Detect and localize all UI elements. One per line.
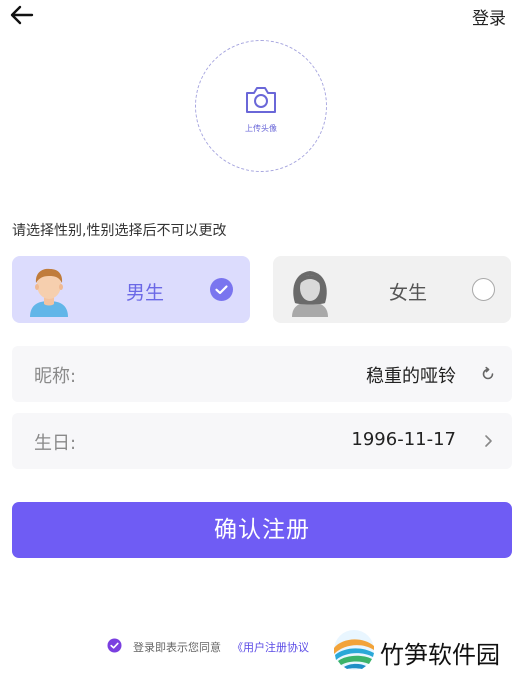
radio-unchecked-icon xyxy=(472,278,495,301)
watermark: 竹笋软件园 xyxy=(330,626,516,674)
birthday-field[interactable]: 生日: 1996-11-17 xyxy=(12,413,512,469)
agreement-checkbox-icon[interactable] xyxy=(107,638,122,653)
watermark-logo-icon xyxy=(332,628,376,672)
male-avatar-icon xyxy=(22,263,76,317)
top-bar: 登录 xyxy=(0,0,518,32)
back-arrow-icon[interactable] xyxy=(8,2,36,28)
birthday-label: 生日: xyxy=(34,433,77,454)
camera-icon xyxy=(244,85,278,115)
watermark-text: 竹笋软件园 xyxy=(380,641,500,669)
nickname-label: 昵称: xyxy=(34,366,77,387)
gender-label-male: 男生 xyxy=(126,282,165,304)
login-link[interactable]: 登录 xyxy=(472,4,506,29)
upload-avatar-label: 上传头像 xyxy=(245,124,277,133)
agreement-link[interactable]: 《用户注册协议 xyxy=(232,639,309,655)
female-avatar-icon xyxy=(283,263,337,317)
nickname-value: 稳重的哑铃 xyxy=(366,366,456,387)
avatar-upload-button[interactable]: 上传头像 xyxy=(195,40,327,172)
agreement-text: 登录即表示您同意 xyxy=(133,641,221,654)
refresh-icon[interactable] xyxy=(480,366,496,382)
chevron-right-icon xyxy=(480,433,496,449)
gender-option-male[interactable]: 男生 xyxy=(12,256,250,323)
nickname-field[interactable]: 昵称: 稳重的哑铃 xyxy=(12,346,512,402)
check-icon xyxy=(210,278,233,301)
gender-label-female: 女生 xyxy=(389,282,428,304)
gender-option-female[interactable]: 女生 xyxy=(273,256,511,323)
gender-hint-text: 请选择性别,性别选择后不可以更改 xyxy=(12,223,227,239)
birthday-value: 1996-11-17 xyxy=(351,429,456,450)
confirm-register-button[interactable]: 确认注册 xyxy=(12,502,512,558)
